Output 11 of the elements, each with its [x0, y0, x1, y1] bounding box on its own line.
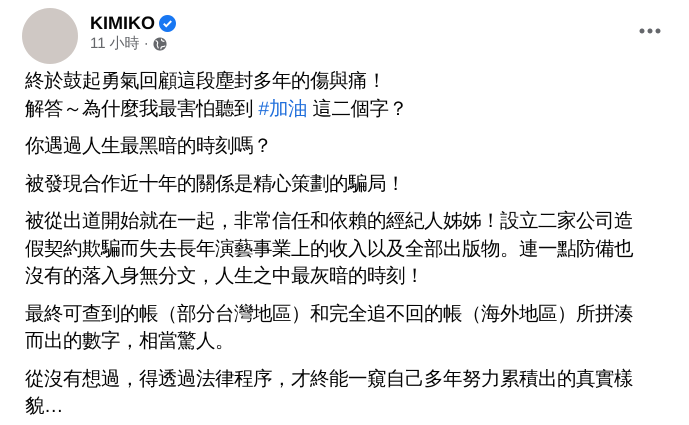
separator-dot: ·	[144, 34, 149, 54]
post-paragraph: 你遇過人生最黑暗的時刻嗎？	[25, 134, 273, 159]
hashtag-link[interactable]: #加油	[258, 98, 308, 120]
post-paragraph: 被從出道開始就在一起，非常信任和依賴的經紀人姊姊！設立二家公司造假契約欺騙而失去長年演藝事業上的收入以及全部出版物。連一點防備也沒有的落入身無分文，人生之中最灰暗的時刻！	[25, 209, 633, 289]
post-paragraph: 終於鼓起勇氣回顧這段塵封多年的傷與痛！ 解答～為什麼我最害怕聽到 #加油 這二個字？	[25, 69, 409, 122]
post-time[interactable]: 11 小時	[90, 34, 140, 54]
author-name[interactable]: KIMIKO	[90, 12, 155, 34]
globe-icon	[152, 37, 167, 51]
post-paragraph: 最終可查到的帳（部分台灣地區）和完全追不回的帳（海外地區）所拼湊而出的數字，相當驚人。	[25, 302, 633, 354]
post-paragraph: 從沒有想過，得透過法律程序，才終能一窺自己多年努力累積出的真實樣貌…	[25, 366, 633, 419]
post-paragraph: 被發現合作近十年的關係是精心策劃的騙局！	[25, 172, 406, 196]
